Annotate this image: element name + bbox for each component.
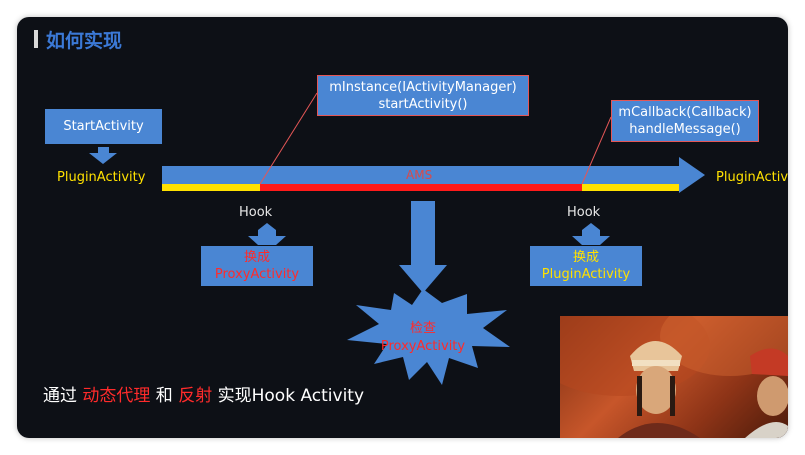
hook-left-up-arrow (248, 223, 286, 245)
caption-part3: 和 (150, 386, 179, 406)
check-starburst-text: 检查 ProxyActivity (363, 320, 483, 356)
callback-callout-box: mCallback(Callback) handleMessage() (611, 100, 759, 142)
check-line1: 检查 (409, 321, 436, 336)
yellow-bar-left (162, 184, 260, 191)
caption-dynamic-proxy: 动态代理 (82, 386, 151, 406)
ams-down-arrow (399, 201, 447, 293)
check-line2: ProxyActivity (380, 339, 466, 354)
instance-callout-box: mInstance(IActivityManager) startActivit… (317, 75, 529, 116)
plugin-activity-left-label: PluginActivity (57, 170, 146, 185)
swap-proxy-line2: ProxyActivity (214, 267, 300, 282)
ams-label: AMS (406, 168, 433, 182)
video-scene (560, 316, 788, 438)
caption-part1: 通过 (43, 386, 83, 406)
callback-callout-line1: mCallback(Callback) (618, 105, 752, 120)
red-bar-ams (260, 184, 582, 191)
swap-proxy-box: 换成 ProxyActivity (201, 246, 313, 286)
slide-frame: 如何实现 StartActivity PluginActivity Plugin… (17, 17, 788, 438)
callback-callout-line2: handleMessage() (629, 122, 741, 137)
swap-plugin-box: 换成 PluginActivity (530, 246, 642, 286)
swap-proxy-line1: 换成 (243, 250, 270, 265)
hook-right-up-arrow (572, 223, 610, 245)
swap-plugin-line1: 换成 (572, 250, 599, 265)
hook-left-label: Hook (239, 205, 273, 220)
caption-reflection: 反射 (178, 386, 213, 406)
yellow-bar-right (582, 184, 679, 191)
bottom-caption: 通过 动态代理 和 反射 实现Hook Activity (43, 381, 364, 406)
caption-part5: 实现Hook Activity (212, 386, 365, 406)
presenter-video-overlay (560, 316, 788, 438)
start-activity-box: StartActivity (45, 109, 162, 144)
start-activity-label: StartActivity (63, 119, 144, 134)
start-down-arrow (89, 147, 117, 164)
instance-callout-line2: startActivity() (378, 96, 468, 112)
hook-right-label: Hook (567, 205, 601, 220)
instance-callout-line1: mInstance(IActivityManager) (329, 79, 517, 95)
swap-plugin-line2: PluginActivity (541, 267, 631, 282)
main-arrow-head (679, 157, 705, 193)
plugin-activity-right-label: PluginActiv (716, 170, 788, 185)
